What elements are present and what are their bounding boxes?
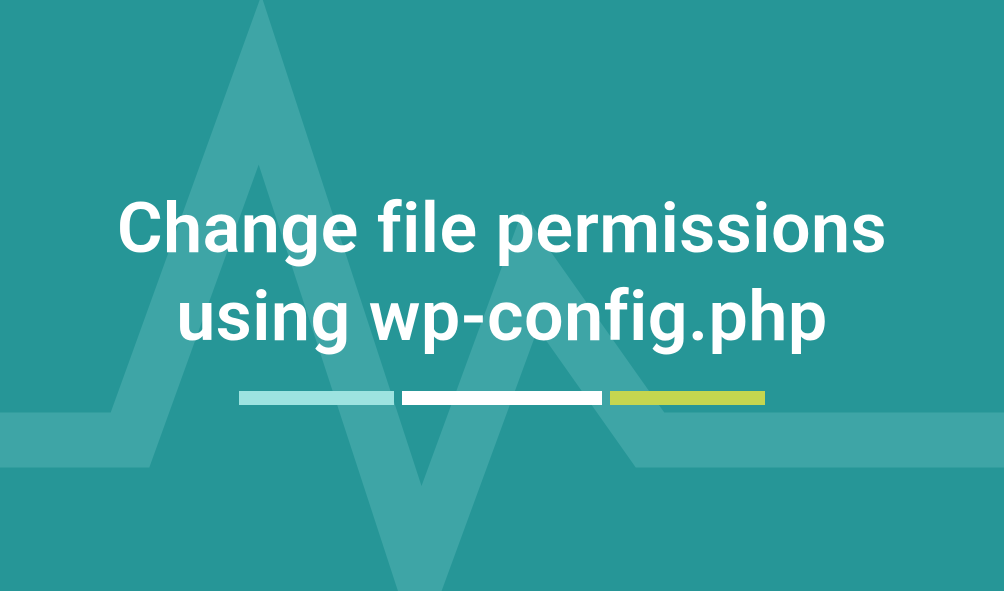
- accent-bar-cyan: [239, 391, 394, 405]
- main-content: Change file permissions using wp-config.…: [0, 0, 1004, 591]
- accent-bar-white: [402, 391, 602, 405]
- decorative-color-bars: [239, 391, 765, 405]
- accent-bar-lime: [610, 391, 765, 405]
- page-title: Change file permissions using wp-config.…: [40, 186, 964, 361]
